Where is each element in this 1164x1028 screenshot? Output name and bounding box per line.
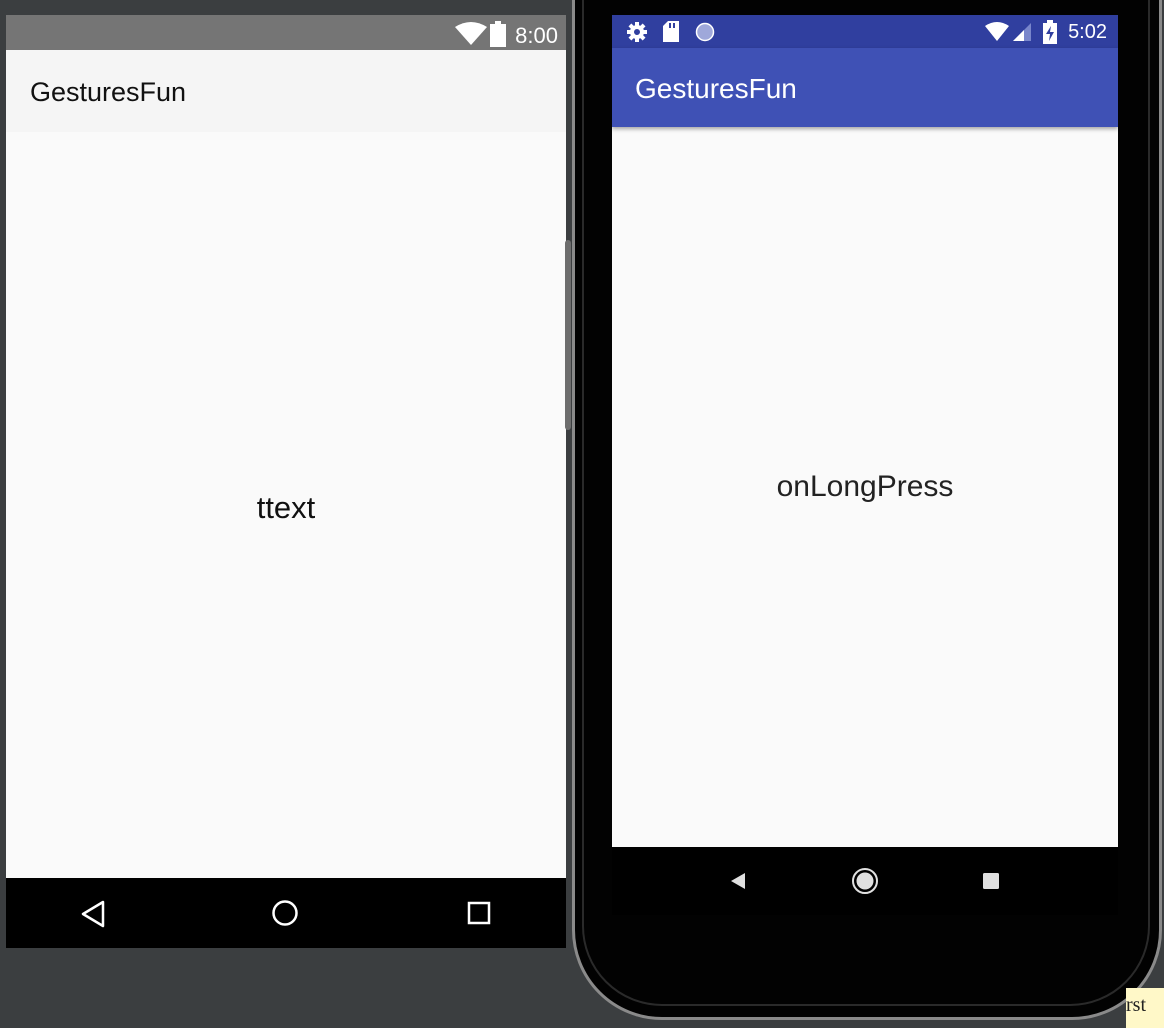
status-bar: 8:00 <box>6 15 566 50</box>
background-window-fragment: rst <box>1126 988 1164 1028</box>
home-icon[interactable] <box>271 899 299 927</box>
gesture-area[interactable]: onLongPress <box>612 127 1118 847</box>
gesture-area[interactable]: ttext <box>6 132 566 878</box>
recents-icon[interactable] <box>982 872 1000 890</box>
sync-icon <box>695 22 715 42</box>
emulator-screen: 5:02 GesturesFun onLongPress <box>612 15 1118 915</box>
status-time: 8:00 <box>515 23 558 48</box>
gesture-result-text: onLongPress <box>776 470 954 503</box>
layout-preview: 8:00 GesturesFun ttext <box>6 15 566 948</box>
status-bar: 5:02 <box>612 15 1118 48</box>
home-icon[interactable] <box>851 867 879 895</box>
status-time: 5:02 <box>1068 21 1107 43</box>
app-bar: GesturesFun <box>612 48 1118 127</box>
sd-card-icon <box>663 21 679 42</box>
device-side-button[interactable] <box>565 240 571 430</box>
center-text: ttext <box>256 490 316 525</box>
back-icon[interactable] <box>80 900 106 928</box>
app-title: GesturesFun <box>635 73 797 104</box>
back-icon[interactable] <box>728 871 748 891</box>
battery-icon <box>490 21 506 47</box>
recents-icon[interactable] <box>467 901 491 925</box>
corner-text: rst <box>1126 994 1146 1016</box>
wifi-icon <box>985 22 1009 41</box>
navigation-bar <box>6 878 566 948</box>
navigation-bar <box>612 847 1118 915</box>
app-title: GesturesFun <box>30 77 187 107</box>
wifi-icon <box>455 22 487 45</box>
signal-icon <box>1013 23 1031 41</box>
app-bar: GesturesFun <box>6 50 566 132</box>
battery-charging-icon <box>1043 20 1057 44</box>
settings-icon <box>627 22 647 42</box>
